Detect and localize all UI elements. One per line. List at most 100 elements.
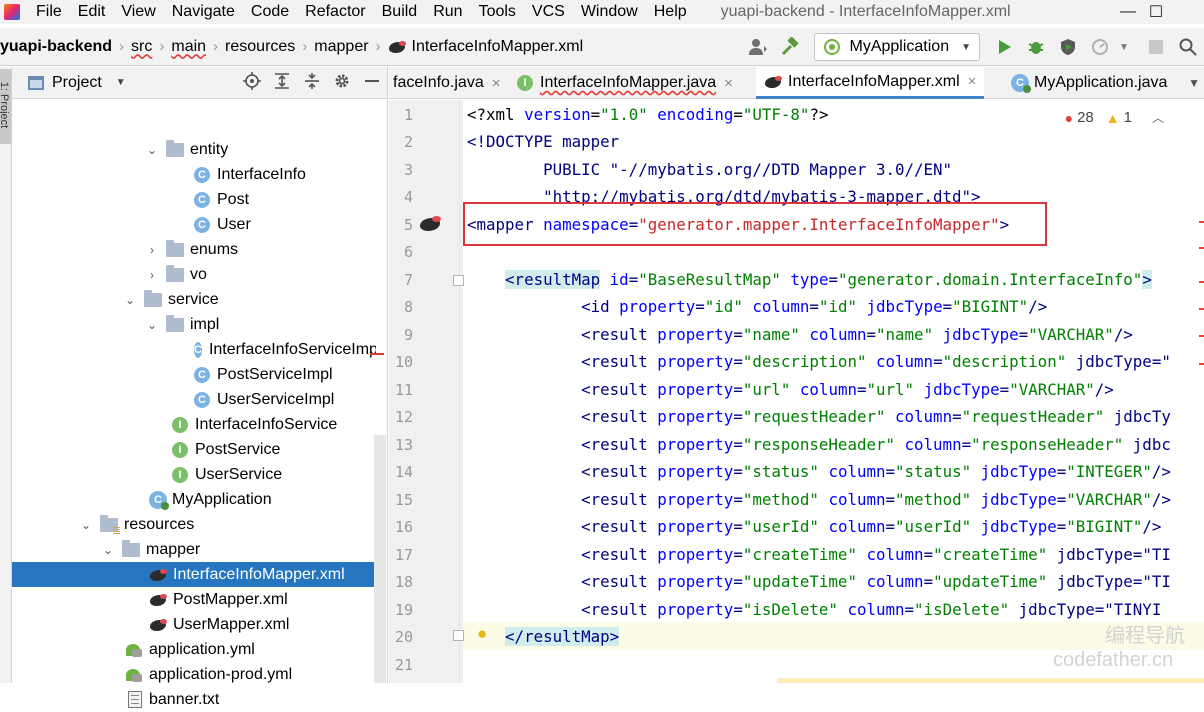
- chevron-down-icon[interactable]: ⌄: [78, 518, 94, 532]
- run-configuration-dropdown[interactable]: MyApplication ▼: [814, 33, 980, 61]
- tree-item-interfaceinfomapper-xml[interactable]: InterfaceInfoMapper.xml: [12, 562, 376, 587]
- chevron-down-icon[interactable]: ⌄: [100, 543, 116, 557]
- tree-item-postservice[interactable]: I PostService: [12, 437, 376, 462]
- chevron-down-icon[interactable]: ⌄: [144, 318, 160, 332]
- menu-view[interactable]: View: [113, 0, 163, 24]
- gear-icon[interactable]: [327, 72, 357, 95]
- menu-tools[interactable]: Tools: [471, 0, 524, 24]
- tree-item-user[interactable]: C User: [12, 212, 376, 237]
- chevron-down-icon[interactable]: ⌄: [122, 293, 138, 307]
- code-line[interactable]: <result property="createTime" column="cr…: [467, 545, 1171, 564]
- menu-window[interactable]: Window: [573, 0, 646, 24]
- project-tool-window-button[interactable]: 1: Project: [0, 69, 11, 144]
- error-stripe-mark[interactable]: [1199, 281, 1204, 283]
- menu-refactor[interactable]: Refactor: [297, 0, 373, 24]
- tree-item-impl[interactable]: ⌄ impl: [12, 312, 376, 337]
- tab-myapplication-java[interactable]: C MyApplication.java: [1003, 67, 1175, 99]
- tree-item-enums[interactable]: › enums: [12, 237, 376, 262]
- code-line[interactable]: <result property="userId" column="userId…: [467, 517, 1161, 536]
- menu-navigate[interactable]: Navigate: [164, 0, 243, 24]
- code-line[interactable]: <result property="status" column="status…: [467, 462, 1171, 481]
- menu-build[interactable]: Build: [374, 0, 426, 24]
- search-icon[interactable]: [1176, 35, 1200, 59]
- menu-help[interactable]: Help: [646, 0, 695, 24]
- error-stripe-mark[interactable]: [1199, 363, 1204, 365]
- debug-icon[interactable]: [1024, 35, 1048, 59]
- tree-item-interfaceinfo[interactable]: C InterfaceInfo: [12, 162, 376, 187]
- tab-faceinfo-java[interactable]: faceInfo.java ×: [389, 67, 509, 99]
- tree-item-resources[interactable]: ⌄ resources: [12, 512, 376, 537]
- project-panel-title[interactable]: Project: [52, 74, 102, 92]
- fold-marker-icon[interactable]: [453, 275, 464, 286]
- chevron-right-icon[interactable]: ›: [144, 243, 160, 257]
- code-line-resultmap-open[interactable]: <resultMap id="BaseResultMap" type="gene…: [467, 270, 1152, 289]
- tree-item-application-yml[interactable]: application.yml: [12, 637, 376, 662]
- close-icon[interactable]: ×: [968, 73, 977, 90]
- close-icon[interactable]: ×: [492, 75, 501, 92]
- breadcrumb-project[interactable]: yuapi-backend: [0, 38, 112, 56]
- user-icon[interactable]: [746, 35, 770, 59]
- tree-item-post[interactable]: C Post: [12, 187, 376, 212]
- chevron-down-icon[interactable]: ▼: [1188, 67, 1200, 99]
- tree-item-mapper[interactable]: ⌄ mapper: [12, 537, 376, 562]
- tree-item-postserviceimpl[interactable]: C PostServiceImpl: [12, 362, 376, 387]
- tree-item-service[interactable]: ⌄ service: [12, 287, 376, 312]
- expand-all-icon[interactable]: [267, 72, 297, 95]
- breadcrumb-mapper[interactable]: mapper: [314, 38, 368, 56]
- menu-file[interactable]: File: [28, 0, 70, 24]
- error-stripe-mark[interactable]: [1199, 247, 1204, 249]
- code-line[interactable]: <?xml version="1.0" encoding="UTF-8"?>: [467, 105, 828, 124]
- tree-item-userserviceimpl[interactable]: C UserServiceImpl: [12, 387, 376, 412]
- mybatis-navigate-icon[interactable]: [420, 214, 442, 234]
- chevron-down-icon[interactable]: ▼: [1112, 35, 1136, 59]
- run-icon[interactable]: [992, 35, 1016, 59]
- code-line[interactable]: <id property="id" column="id" jdbcType="…: [467, 297, 1047, 316]
- code-line[interactable]: <!DOCTYPE mapper: [467, 132, 619, 151]
- menu-code[interactable]: Code: [243, 0, 297, 24]
- code-line[interactable]: <result property="url" column="url" jdbc…: [467, 380, 1114, 399]
- chevron-down-icon[interactable]: ▼: [116, 77, 126, 88]
- breadcrumb-main[interactable]: main: [171, 38, 206, 56]
- code-line[interactable]: <result property="description" column="d…: [467, 352, 1171, 371]
- tree-item-vo[interactable]: › vo: [12, 262, 376, 287]
- breadcrumb-resources[interactable]: resources: [225, 38, 295, 56]
- close-icon[interactable]: ×: [724, 75, 733, 92]
- code-line[interactable]: <result property="method" column="method…: [467, 490, 1171, 509]
- tab-interfaceinfomapper-xml[interactable]: InterfaceInfoMapper.xml ×: [756, 67, 985, 99]
- tree-item-myapplication[interactable]: C MyApplication: [12, 487, 376, 512]
- menu-run[interactable]: Run: [425, 0, 470, 24]
- tree-item-interfaceinfoservice[interactable]: I InterfaceInfoService: [12, 412, 376, 437]
- menu-edit[interactable]: Edit: [70, 0, 114, 24]
- code-line[interactable]: <result property="name" column="name" jd…: [467, 325, 1133, 344]
- code-line-resultmap-close[interactable]: </resultMap>: [467, 627, 620, 646]
- tree-item-userservice[interactable]: I UserService: [12, 462, 376, 487]
- chevron-right-icon[interactable]: ›: [144, 268, 160, 282]
- profile-icon[interactable]: [1088, 35, 1112, 59]
- menu-vcs[interactable]: VCS: [524, 0, 573, 24]
- chevron-up-icon[interactable]: ︿: [1152, 109, 1164, 126]
- code-line[interactable]: <result property="requestHeader" column=…: [467, 407, 1171, 426]
- chevron-down-icon[interactable]: ⌄: [144, 143, 160, 157]
- collapse-all-icon[interactable]: [297, 72, 327, 95]
- breadcrumb-file[interactable]: InterfaceInfoMapper.xml: [388, 38, 583, 56]
- code-line[interactable]: <result property="responseHeader" column…: [467, 435, 1171, 454]
- inspection-widget[interactable]: ● 28 ▲ 1 ︿: [1065, 109, 1164, 126]
- tree-item-usermapper-xml[interactable]: UserMapper.xml: [12, 612, 376, 637]
- hammer-icon[interactable]: [778, 35, 802, 59]
- error-stripe-mark[interactable]: [1199, 335, 1204, 337]
- tab-interfaceinfomapper-java[interactable]: I InterfaceInfoMapper.java ×: [509, 67, 741, 99]
- tree-item-postmapper-xml[interactable]: PostMapper.xml: [12, 587, 376, 612]
- code-line[interactable]: PUBLIC "-//mybatis.org//DTD Mapper 3.0//…: [467, 160, 952, 179]
- tree-scrollbar[interactable]: [374, 435, 386, 683]
- maximize-button[interactable]: ☐: [1136, 0, 1176, 24]
- hide-icon[interactable]: [357, 72, 387, 95]
- fold-marker-icon[interactable]: [453, 630, 464, 641]
- tree-item-application-prod-yml[interactable]: application-prod.yml: [12, 662, 376, 687]
- coverage-icon[interactable]: [1056, 35, 1080, 59]
- tree-item-interfaceinfoserviceimpl[interactable]: C InterfaceInfoServiceImpl: [12, 337, 376, 362]
- breadcrumb-src[interactable]: src: [131, 38, 152, 56]
- code-line[interactable]: <result property="updateTime" column="up…: [467, 572, 1171, 591]
- error-stripe-mark[interactable]: [1199, 308, 1204, 310]
- code-line[interactable]: <result property="isDelete" column="isDe…: [467, 600, 1161, 619]
- tree-item-entity[interactable]: ⌄ entity: [12, 137, 376, 162]
